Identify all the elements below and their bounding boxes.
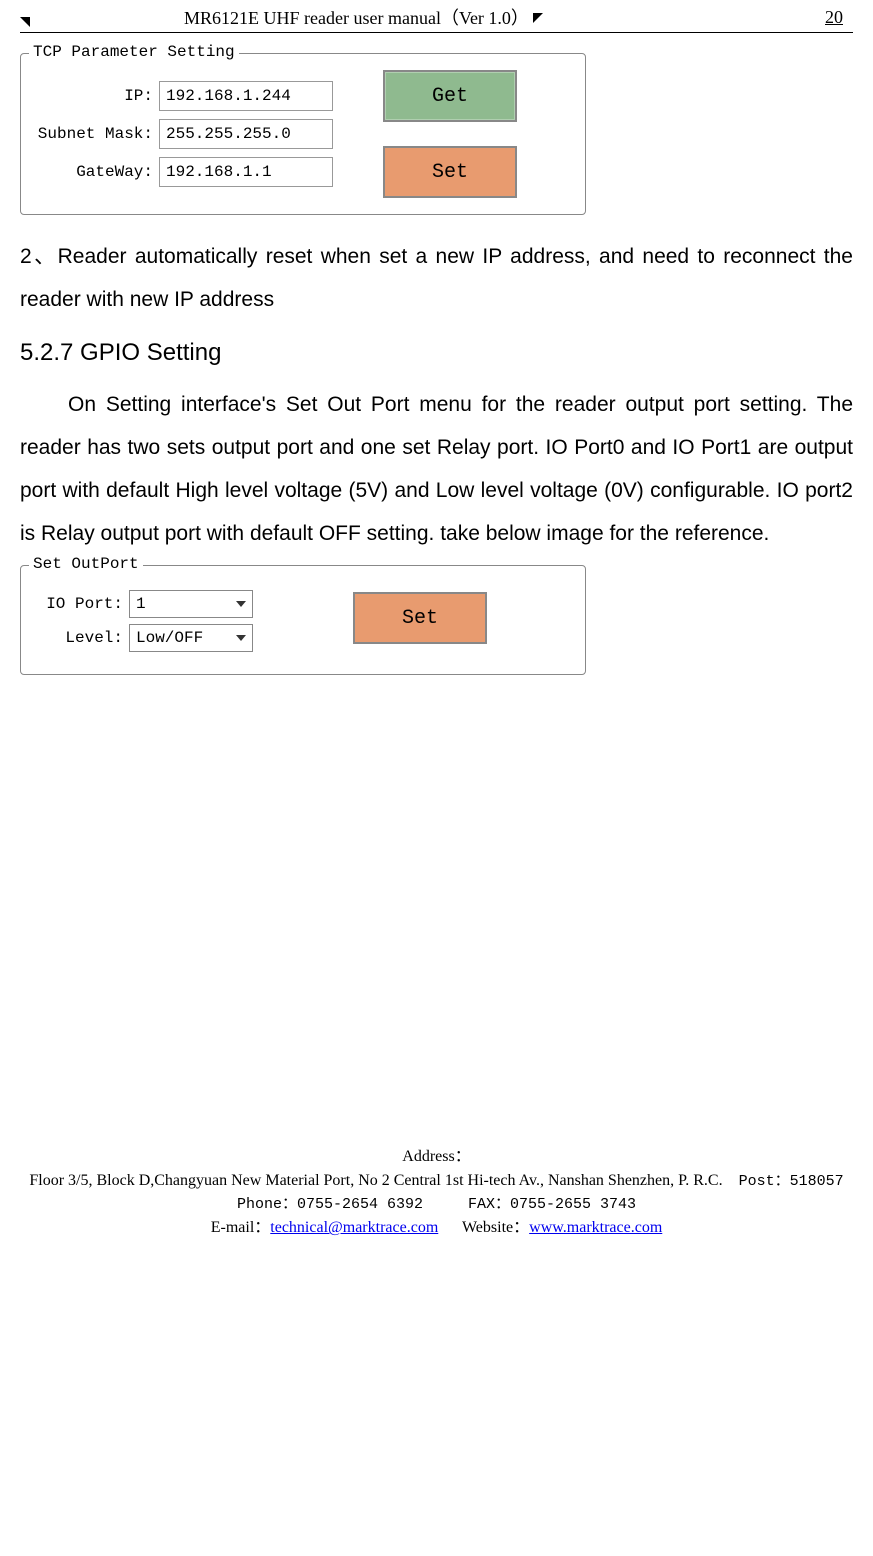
gateway-input[interactable]: 192.168.1.1 — [159, 157, 333, 187]
triangle-left-icon — [20, 17, 30, 27]
footer-website-label: Website： — [462, 1219, 529, 1236]
footer-address-label: Address： — [402, 1148, 470, 1165]
ip-label: IP: — [33, 87, 159, 105]
page-footer: Address： Floor 3/5, Block D,Changyuan Ne… — [0, 1145, 873, 1252]
get-button[interactable]: Get — [383, 70, 517, 122]
footer-phone-value: 0755-2654 6392 — [297, 1196, 423, 1213]
ip-input[interactable]: 192.168.1.244 — [159, 81, 333, 111]
io-port-value: 1 — [136, 595, 146, 613]
subnet-mask-label: Subnet Mask: — [33, 125, 159, 143]
footer-fax-label: FAX： — [468, 1196, 510, 1213]
footer-email-label: E-mail： — [211, 1219, 271, 1236]
footer-email-link[interactable]: technical@marktrace.com — [270, 1219, 438, 1236]
footer-website-link[interactable]: www.marktrace.com — [529, 1219, 662, 1236]
level-select[interactable]: Low/OFF — [129, 624, 253, 652]
footer-post-value: 518057 — [790, 1173, 844, 1190]
level-value: Low/OFF — [136, 629, 203, 647]
footer-address-line: Floor 3/5, Block D,Changyuan New Materia… — [29, 1172, 722, 1189]
subnet-mask-input[interactable]: 255.255.255.0 — [159, 119, 333, 149]
page-header: MR6121E UHF reader user manual（Ver 1.0） … — [20, 0, 853, 33]
set-outport-panel: Set OutPort IO Port: 1 Level: Low/OFF — [20, 565, 586, 675]
tcp-panel-title: TCP Parameter Setting — [29, 43, 239, 61]
footer-post-label: Post： — [739, 1173, 790, 1190]
outport-panel-title: Set OutPort — [29, 555, 143, 573]
paragraph-gpio: On Setting interface's Set Out Port menu… — [20, 383, 853, 555]
io-port-label: IO Port: — [33, 595, 129, 613]
header-title: MR6121E UHF reader user manual（Ver 1.0） — [184, 8, 529, 28]
section-heading-gpio: 5.2.7 GPIO Setting — [20, 339, 853, 367]
set-button[interactable]: Set — [383, 146, 517, 198]
outport-set-button[interactable]: Set — [353, 592, 487, 644]
page-number: 20 — [825, 7, 853, 28]
triangle-right-icon — [533, 13, 543, 23]
chevron-down-icon — [236, 635, 246, 641]
gateway-label: GateWay: — [33, 163, 159, 181]
footer-fax-value: 0755-2655 3743 — [510, 1196, 636, 1213]
chevron-down-icon — [236, 601, 246, 607]
level-label: Level: — [33, 629, 129, 647]
paragraph-reset-note: 2、Reader automatically reset when set a … — [20, 235, 853, 321]
io-port-select[interactable]: 1 — [129, 590, 253, 618]
footer-phone-label: Phone： — [237, 1196, 297, 1213]
tcp-parameter-panel: TCP Parameter Setting IP: 192.168.1.244 … — [20, 53, 586, 215]
